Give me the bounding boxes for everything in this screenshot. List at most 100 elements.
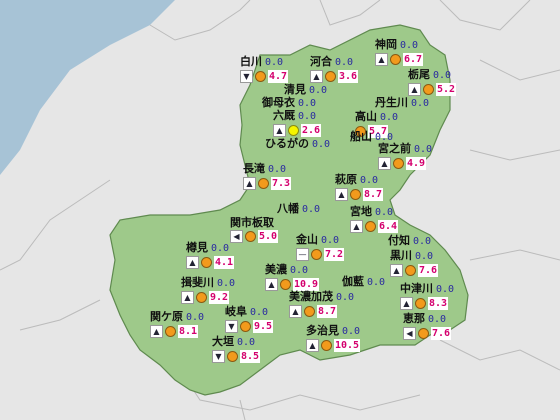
station-16: 関市板取 ◀ 5.0	[230, 216, 279, 243]
temperature-value: 4.7	[268, 70, 289, 83]
weather-sun-icon	[255, 71, 266, 82]
precip-value: 0.0	[298, 98, 317, 109]
south-icon: ▼	[225, 320, 238, 333]
west-icon: ◀	[403, 327, 416, 340]
temperature-value: 8.7	[317, 305, 338, 318]
station-24: 中津川 0.0 ▲ 8.3	[400, 282, 454, 310]
north-icon: ▲	[335, 188, 348, 201]
north-icon: ▲	[350, 220, 363, 233]
precip-value: 0.0	[415, 251, 434, 262]
station-4: 清見 0.0	[284, 83, 327, 97]
precip-value: 0.0	[265, 57, 284, 68]
station-17: 付知 0.0	[388, 234, 431, 248]
north-icon: ▲	[378, 157, 391, 170]
weather-sun-icon	[325, 71, 336, 82]
precip-value: 0.0	[433, 70, 452, 81]
north-icon: ▲	[265, 278, 278, 291]
station-name: 岐阜	[225, 305, 247, 318]
precip-value: 0.0	[336, 292, 355, 303]
precip-value: 0.0	[335, 57, 354, 68]
station-29: 多治見 0.0 ▲ 10.5	[306, 324, 361, 352]
temperature-value: 9.2	[209, 291, 230, 304]
weather-sun-icon	[304, 306, 315, 317]
precip-value: 0.0	[321, 235, 340, 246]
station-name: 付知	[388, 234, 410, 247]
precip-value: 0.0	[428, 314, 447, 325]
north-icon: ▲	[181, 291, 194, 304]
precip-value: 0.0	[375, 207, 394, 218]
station-name: ひるがの	[265, 137, 309, 150]
station-27: 岐阜 0.0 ▼ 9.5	[225, 305, 274, 333]
north-icon: ▲	[186, 256, 199, 269]
station-3: 栃尾 0.0 ▲ 5.2	[408, 68, 457, 96]
temperature-value: 5.2	[436, 83, 457, 96]
north-icon: ▲	[273, 124, 286, 137]
station-13: 萩原 0.0 ▲ 8.7	[335, 173, 384, 201]
weather-sun-icon	[258, 178, 269, 189]
precip-value: 0.0	[413, 236, 432, 247]
station-7: 六厩 0.0 ▲ 2.6	[273, 109, 322, 137]
weather-sun-icon	[415, 298, 426, 309]
station-21: 美濃 0.0 ▲ 10.9	[265, 263, 320, 291]
station-name: 金山	[296, 233, 318, 246]
station-name: 黒川	[390, 249, 412, 262]
precip-value: 0.0	[309, 85, 328, 96]
station-18: 金山 0.0 — 7.2	[296, 233, 345, 261]
weather-sun-icon	[280, 279, 291, 290]
temperature-value: 7.2	[324, 248, 345, 261]
station-30: 大垣 0.0 ▼ 8.5	[212, 335, 261, 363]
station-name: 清見	[284, 83, 306, 96]
station-name: 六厩	[273, 109, 295, 122]
weather-sun-icon	[365, 221, 376, 232]
station-name: 宮之前	[378, 142, 411, 155]
weather-sun-icon	[165, 326, 176, 337]
station-name: 萩原	[335, 173, 357, 186]
weather-sun-icon	[390, 54, 401, 65]
temperature-value: 4.1	[214, 256, 235, 269]
precip-value: 0.0	[250, 307, 269, 318]
precip-value: 0.0	[211, 243, 230, 254]
precip-value: 0.0	[367, 277, 386, 288]
weather-sun-icon	[311, 249, 322, 260]
station-28: 恵那 0.0 ◀ 7.6	[403, 312, 452, 340]
station-name: 八幡	[277, 202, 299, 215]
station-name: 船山	[350, 130, 372, 143]
precip-value: 0.0	[268, 164, 287, 175]
temperature-value: 7.6	[431, 327, 452, 340]
station-5: 御母衣 0.0	[262, 96, 316, 110]
north-icon: ▲	[408, 83, 421, 96]
station-20: 黒川 0.0 ▲ 7.6	[390, 249, 439, 277]
precip-value: 0.0	[380, 112, 399, 123]
station-2: 河合 0.0 ▲ 3.6	[310, 55, 359, 83]
temperature-value: 8.3	[428, 297, 449, 310]
station-name: 関市板取	[230, 216, 274, 229]
station-15: 宮地 0.0 ▲ 6.4	[350, 205, 399, 233]
station-26: 関ケ原 0.0 ▲ 8.1	[150, 310, 204, 338]
weather-map: 神岡 0.0 ▲ 6.7 白川 0.0 ▼ 4.7 河合 0.0 ▲ 3.6 栃尾 0.0 ▲ 5.2 清見 0.…	[0, 0, 560, 420]
station-12: 長滝 0.0 ▲ 7.3	[243, 162, 292, 190]
station-19: 樽見 0.0 ▲ 4.1	[186, 241, 235, 269]
station-0: 神岡 0.0 ▲ 6.7	[375, 38, 424, 66]
station-23: 伽藍 0.0	[342, 275, 385, 289]
precip-value: 0.0	[400, 40, 419, 51]
weather-sun-icon	[321, 340, 332, 351]
precip-value: 0.0	[414, 144, 433, 155]
weather-sun-icon	[423, 84, 434, 95]
temperature-value: 8.1	[178, 325, 199, 338]
north-icon: ▲	[289, 305, 302, 318]
temperature-value: 3.6	[338, 70, 359, 83]
precip-value: 0.0	[290, 265, 309, 276]
station-name: 多治見	[306, 324, 339, 337]
station-name: 丹生川	[375, 96, 408, 109]
precip-value: 0.0	[237, 337, 256, 348]
temperature-value: 7.3	[271, 177, 292, 190]
south-icon: ▼	[240, 70, 253, 83]
precip-value: 0.0	[312, 139, 331, 150]
station-name: 伽藍	[342, 275, 364, 288]
weather-sun-icon	[201, 257, 212, 268]
station-name: 宮地	[350, 205, 372, 218]
north-icon: ▲	[310, 70, 323, 83]
temperature-value: 8.5	[240, 350, 261, 363]
station-name: 河合	[310, 55, 332, 68]
station-name: 大垣	[212, 335, 234, 348]
